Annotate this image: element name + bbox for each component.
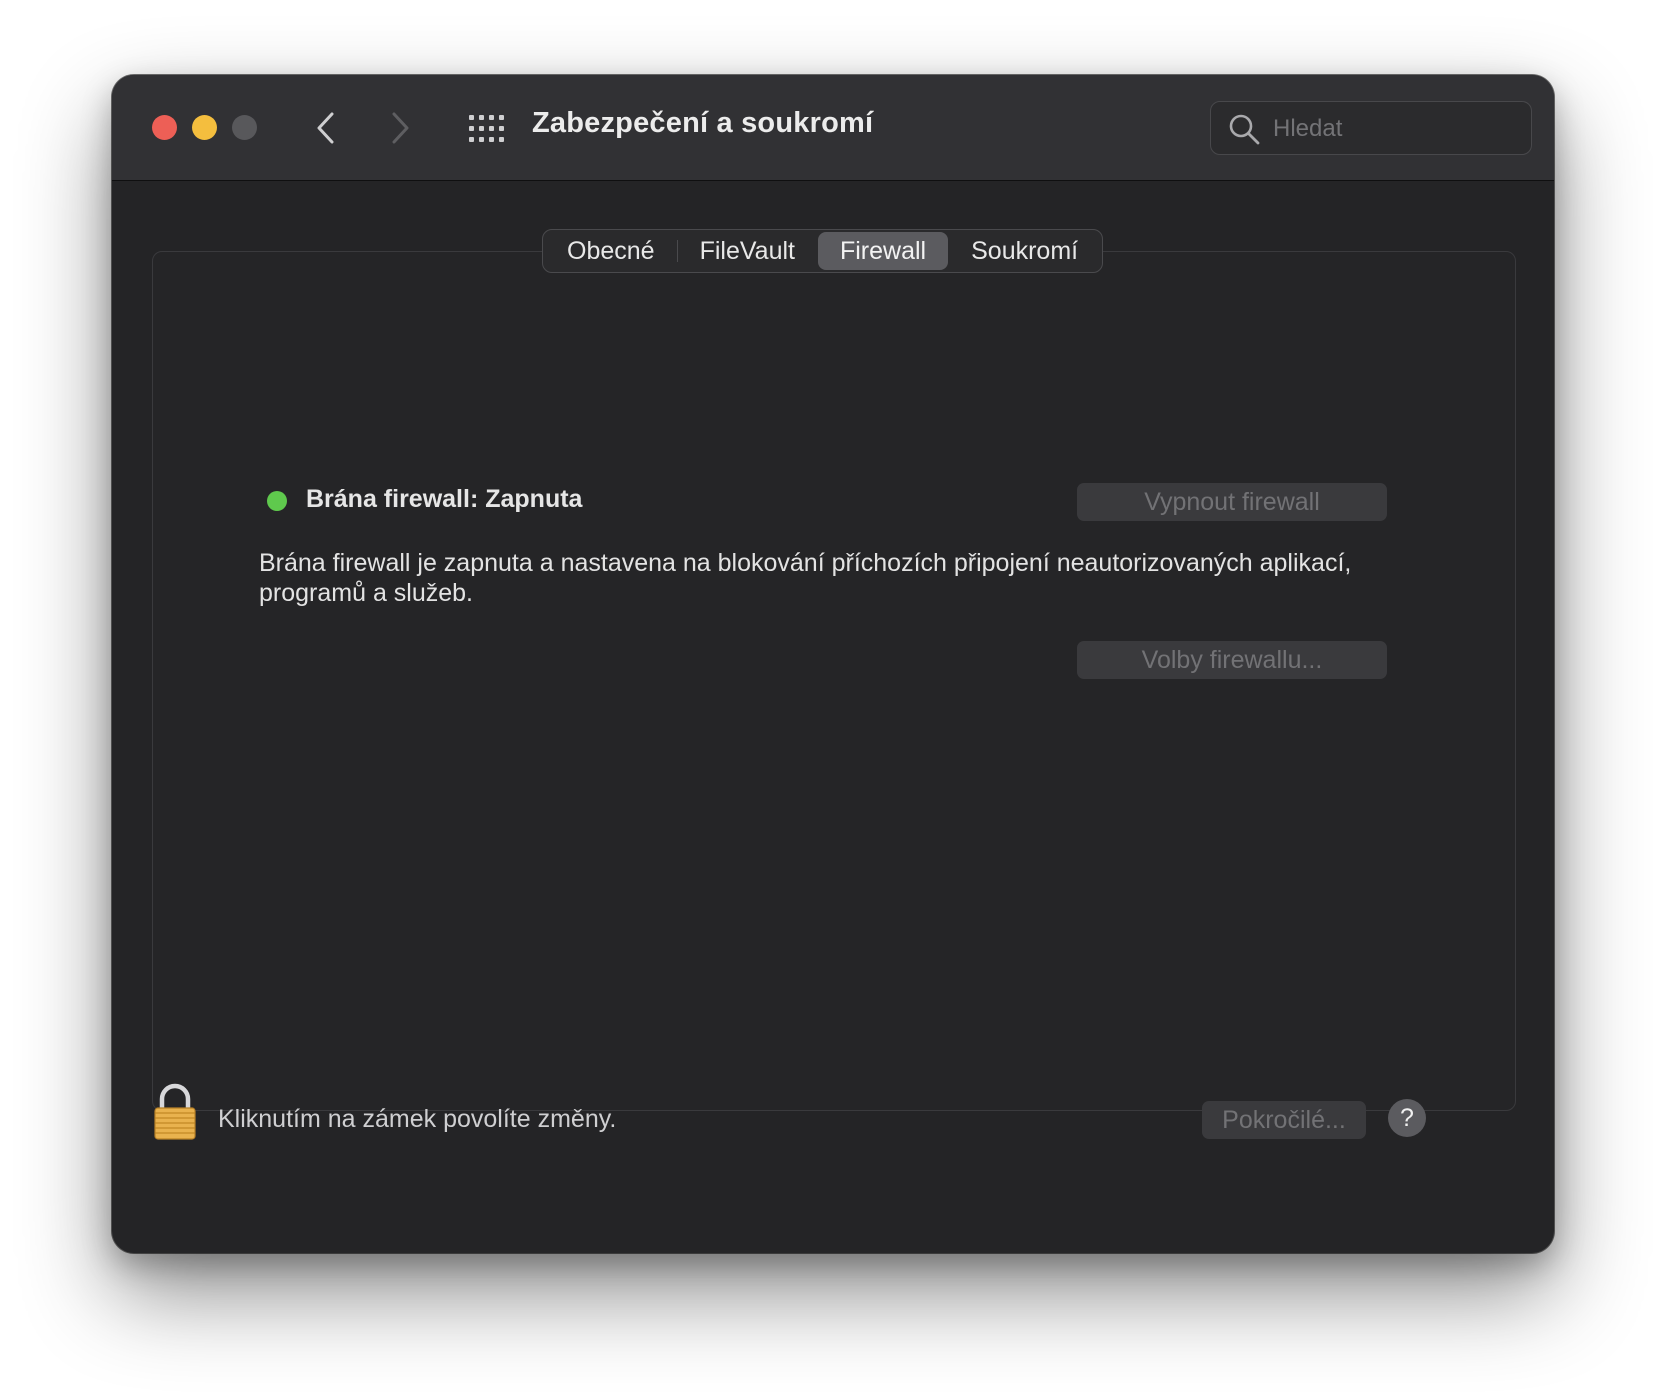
tab-privacy[interactable]: Soukromí	[949, 232, 1100, 270]
advanced-button[interactable]: Pokročilé...	[1202, 1101, 1366, 1139]
tab-firewall[interactable]: Firewall	[817, 232, 949, 270]
tab-filevault[interactable]: FileVault	[678, 232, 817, 270]
minimize-button[interactable]	[192, 115, 217, 140]
close-button[interactable]	[152, 115, 177, 140]
zoom-button	[232, 115, 257, 140]
preferences-window: Zabezpečení a soukromí Brána firewall: Z…	[112, 75, 1554, 1253]
help-button[interactable]: ?	[1388, 1099, 1426, 1137]
firewall-description: Brána firewall je zapnuta a nastavena na…	[259, 549, 1352, 607]
chevron-left-icon	[317, 112, 334, 144]
window-title: Zabezpečení a soukromí	[532, 107, 874, 139]
chevron-right-icon	[392, 112, 409, 144]
firewall-options-button[interactable]: Volby firewallu...	[1077, 641, 1387, 679]
tab-bar: Obecné FileVault Firewall Soukromí	[542, 229, 1104, 273]
lock-message: Kliknutím na zámek povolíte změny.	[218, 1105, 617, 1133]
show-all-button[interactable]	[462, 105, 512, 153]
forward-button[interactable]	[378, 103, 422, 153]
back-button[interactable]	[304, 103, 348, 153]
tab-general[interactable]: Obecné	[545, 232, 677, 270]
turn-off-firewall-button[interactable]: Vypnout firewall	[1077, 483, 1387, 521]
search-input[interactable]	[1271, 110, 1515, 148]
status-indicator	[267, 491, 287, 511]
firewall-panel: Brána firewall: Zapnuta Vypnout firewall…	[152, 251, 1516, 1111]
search-icon	[1227, 112, 1261, 146]
title-bar: Zabezpečení a soukromí	[112, 75, 1554, 181]
search-field[interactable]	[1210, 101, 1532, 155]
lock-icon[interactable]	[152, 1083, 198, 1141]
firewall-status: Brána firewall: Zapnuta	[306, 485, 583, 513]
grid-icon	[469, 115, 504, 142]
